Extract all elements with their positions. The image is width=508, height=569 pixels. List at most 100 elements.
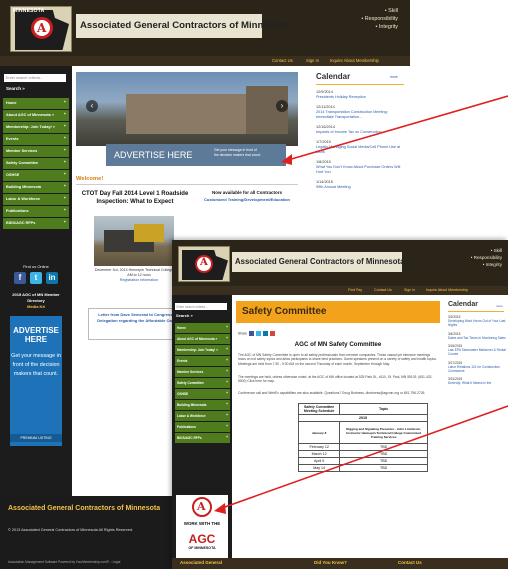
sidebar-item-labor-workforce[interactable]: Labor & Workforce	[175, 411, 230, 421]
calendar-event[interactable]: 12/9/2014 Presidents Holiday Reception	[316, 90, 406, 100]
safety-committee-screenshot: A Associated General Contractors of Minn…	[172, 240, 508, 569]
nav-find-pay[interactable]: Find Pay	[348, 288, 362, 292]
find-us-label: Find us Online	[23, 264, 49, 269]
nav-inquire-membership[interactable]: Inquire About Membership	[330, 58, 379, 63]
sidebar-item-oshse[interactable]: OSHSE	[3, 170, 69, 181]
share-bar[interactable]: Share	[238, 331, 275, 336]
tagline-responsibility: • Responsibility	[361, 16, 398, 22]
table-row: January 8 Rigging and Signaling Presente…	[297, 421, 428, 444]
calendar-divider	[316, 84, 404, 85]
twitter-share-icon[interactable]	[255, 331, 261, 336]
hero-slideshow[interactable]: ‹ ›	[76, 72, 298, 146]
twitter-icon[interactable]: t	[30, 272, 42, 284]
calendar-more-link[interactable]: more	[390, 75, 398, 79]
sidebar-item-bids[interactable]: BIDS/AGC RFPs	[3, 218, 69, 229]
prev-arrow-icon[interactable]: ‹	[86, 100, 98, 112]
footer-contact-us[interactable]: Contact Us	[398, 560, 422, 565]
meeting-topic: TBD	[339, 450, 428, 458]
event-title[interactable]: Law EPA Stormwater Makeover & Rental Cou…	[448, 348, 506, 356]
calendar-event[interactable]: 3/16/2015 Law EPA Stormwater Makeover & R…	[448, 344, 506, 357]
nav-sign-in[interactable]: Sign In	[404, 288, 415, 292]
search-input[interactable]: Enter search criteria...	[175, 303, 227, 310]
table-row: March 12 TBD	[297, 450, 428, 458]
sidebar-item-member-services[interactable]: Member Services	[175, 367, 230, 377]
calendar-event[interactable]: 1/8/2015 What You Don't Know About Purcha…	[316, 160, 406, 175]
event-title[interactable]: 2014 Transportation Construction Meeting…	[316, 110, 406, 120]
next-arrow-icon[interactable]: ›	[276, 100, 288, 112]
email-share-icon[interactable]	[269, 331, 275, 336]
event-title[interactable]: Diversity: What It Means in the	[448, 381, 506, 385]
event-title[interactable]: Developing Work Hours Out of Your Last N…	[448, 319, 506, 327]
title-band: Associated General Contractors of Minnes…	[232, 252, 404, 272]
nav-contact-us[interactable]: Contact Us	[374, 288, 392, 292]
linkedin-icon[interactable]: in	[46, 272, 58, 284]
registration-link[interactable]: Registration Information	[94, 278, 184, 283]
tagline-skill: • Skill	[384, 8, 398, 14]
agc-logo[interactable]: MINNESOTA A	[10, 6, 72, 52]
sidebar-item-home[interactable]: Home	[175, 323, 230, 333]
nav-contact-us[interactable]: Contact Us	[272, 58, 293, 63]
agc-ring-icon: A	[192, 497, 212, 517]
member-directory[interactable]: 2015 AGC of MN Member Directory Media Ki…	[8, 292, 64, 310]
calendar-event[interactable]: 1/14/2015 99th Annual Meeting	[316, 180, 406, 190]
event-title[interactable]: What You Don't Know About Purchase Order…	[316, 165, 406, 175]
nav-sign-in[interactable]: Sign In	[306, 58, 319, 63]
calendar-event[interactable]: 12/16/2014 Impacts of Income Tax on Const…	[316, 125, 406, 135]
sidebar-item-publications[interactable]: Publications	[3, 206, 69, 217]
nav-inquire-membership[interactable]: Inquire About Membership	[426, 288, 468, 292]
sidebar-item-about[interactable]: About AGC of Minnesota »	[175, 334, 230, 344]
top-nav: Contact Us Sign In Inquire About Members…	[0, 56, 410, 66]
page-title: Safety Committee	[242, 306, 327, 317]
sidebar-item-safety-committee[interactable]: Safety Committee	[175, 378, 230, 388]
search-button[interactable]: Search »	[6, 86, 25, 91]
event-title[interactable]: Dates and Tax Times in Monitoring Sales	[448, 336, 506, 340]
sidebar-item-membership[interactable]: Membership: Join Today! »	[175, 345, 230, 355]
truck-cab	[134, 224, 164, 242]
meeting-date: March 12	[297, 450, 341, 458]
calendar-event[interactable]: 1/7/2015 Legally Managing Social Media/Ce…	[316, 140, 406, 155]
advertise-banner[interactable]: ADVERTISE HERE Get your message in front…	[106, 144, 286, 166]
event-title[interactable]: Labor Relations 101 for Construction Con…	[448, 365, 506, 373]
footer-powered-by[interactable]: Association Management Software Powered …	[8, 560, 120, 564]
calendar-event[interactable]: 3/2/2015 Developing Work Hours Out of You…	[448, 315, 506, 328]
linkedin-share-icon[interactable]	[262, 331, 268, 336]
sidebar-item-about[interactable]: About AGC of Minnesota »	[3, 110, 69, 121]
sidebar-item-building-minnesota[interactable]: Building Minnesota	[3, 182, 69, 193]
facebook-icon[interactable]: f	[14, 272, 26, 284]
share-label: Share	[238, 331, 248, 336]
calendar-event[interactable]: 3/31/2015 Diversity: What It Means in the	[448, 377, 506, 385]
new-available-link[interactable]: Customized Training/Development/Educatio…	[192, 197, 302, 202]
sidebar-item-publications[interactable]: Publications	[175, 422, 230, 432]
facebook-share-icon[interactable]	[249, 331, 255, 336]
calendar-event[interactable]: 3/17/2015 Labor Relations 101 for Constru…	[448, 361, 506, 374]
sidebar-item-bids[interactable]: BIDS/AGC RFPs	[175, 433, 230, 443]
sidebar-item-labor-workforce[interactable]: Labor & Workforce	[3, 194, 69, 205]
feature-details: December 3rd, 2014 Hennepin Technical Co…	[94, 268, 184, 283]
search-button[interactable]: Search »	[176, 313, 193, 318]
media-kit-link[interactable]: Media Kit	[8, 304, 64, 310]
search-input[interactable]: Enter search criteria...	[4, 74, 66, 82]
sidebar-item-oshse[interactable]: OSHSE	[175, 389, 230, 399]
truck-photo	[94, 216, 174, 266]
of-minnesota-label: OF MINNESOTA	[188, 546, 216, 550]
event-title[interactable]: Presidents Holiday Reception	[316, 95, 406, 100]
sidebar-item-safety-committee[interactable]: Safety Committee	[3, 158, 69, 169]
footer-did-you-know[interactable]: Did You Know?	[314, 560, 347, 565]
sidebar-item-home[interactable]: Home	[3, 98, 69, 109]
feature-title[interactable]: CTOT Day Fall 2014 Level 1 Roadside Insp…	[80, 190, 190, 206]
work-with-agc-ad[interactable]: A WORK WITH THE AGC OF MINNESOTA ADVERTI…	[176, 495, 228, 567]
calendar-event[interactable]: 3/4/2015 Dates and Tax Times in Monitorin…	[448, 332, 506, 340]
sidebar-item-building-minnesota[interactable]: Building Minnesota	[175, 400, 230, 410]
sidebar-item-events[interactable]: Events	[175, 356, 230, 366]
new-available-title: Now available for all Contractors	[211, 190, 283, 195]
event-title[interactable]: 99th Annual Meeting	[316, 185, 406, 190]
sidebar-item-events[interactable]: Events	[3, 134, 69, 145]
agc-logo[interactable]: A	[178, 246, 230, 282]
event-title[interactable]: Legally Managing Social Media/Cell Phone…	[316, 145, 406, 155]
calendar-event[interactable]: 12/11/2014 2014 Transportation Constructi…	[316, 105, 406, 120]
event-title[interactable]: Impacts of Income Tax on Construction	[316, 130, 406, 135]
advertise-box[interactable]: ADVERTISE HERE Get your message in front…	[10, 316, 62, 446]
sidebar-item-member-services[interactable]: Member Services	[3, 146, 69, 157]
sidebar-item-membership[interactable]: Membership: Join Today! »	[3, 122, 69, 133]
calendar-more-link[interactable]: more	[496, 304, 503, 308]
